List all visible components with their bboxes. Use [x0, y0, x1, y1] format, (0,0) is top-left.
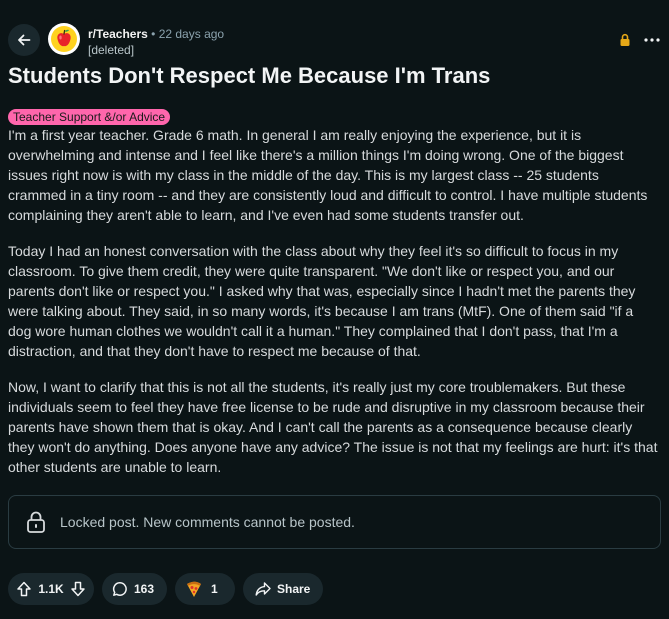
apple-icon [51, 26, 77, 52]
comment-icon [112, 582, 127, 596]
subreddit-link[interactable]: r/Teachers [88, 27, 148, 41]
post-actions: 1.1K 163 1 Share [8, 573, 323, 605]
locked-post-notice: Locked post. New comments cannot be post… [8, 495, 661, 549]
vote-count: 1.1K [38, 582, 64, 596]
post-body: I'm a first year teacher. Grade 6 math. … [8, 125, 658, 493]
subreddit-avatar[interactable] [48, 23, 80, 55]
more-options-button[interactable] [640, 28, 664, 52]
post-title: Students Don't Respect Me Because I'm Tr… [8, 63, 491, 88]
downvote-icon [71, 581, 85, 597]
upvote-button[interactable] [16, 581, 32, 597]
post-paragraph: Now, I want to clarify that this is not … [8, 379, 658, 475]
post-paragraph: I'm a first year teacher. Grade 6 math. … [8, 127, 648, 223]
share-icon [255, 582, 271, 596]
pizza-award-icon [187, 581, 201, 597]
share-label: Share [277, 582, 311, 596]
post-meta: r/Teachers • 22 days ago [deleted] [88, 26, 224, 58]
post-header: r/Teachers • 22 days ago [deleted] [0, 0, 669, 60]
arrow-left-icon [18, 34, 31, 46]
post-flair[interactable]: Teacher Support &/or Advice [8, 109, 171, 125]
comment-count: 163 [134, 582, 155, 596]
lock-icon [620, 33, 630, 46]
locked-post-text: Locked post. New comments cannot be post… [60, 514, 355, 530]
share-button[interactable]: Share [243, 573, 323, 605]
post-paragraph: Today I had an honest conversation with … [8, 243, 636, 359]
more-dots-icon [644, 38, 660, 42]
downvote-button[interactable] [70, 581, 86, 597]
comments-button[interactable]: 163 [102, 573, 167, 605]
award-count: 1 [211, 582, 218, 596]
lock-outline-icon [27, 511, 45, 533]
upvote-icon [17, 581, 31, 597]
vote-control: 1.1K [8, 573, 94, 605]
post-author: [deleted] [88, 43, 135, 57]
back-button[interactable] [8, 24, 40, 56]
meta-separator: • [151, 27, 156, 41]
award-button[interactable]: 1 [175, 573, 235, 605]
post-time: 22 days ago [158, 27, 225, 41]
